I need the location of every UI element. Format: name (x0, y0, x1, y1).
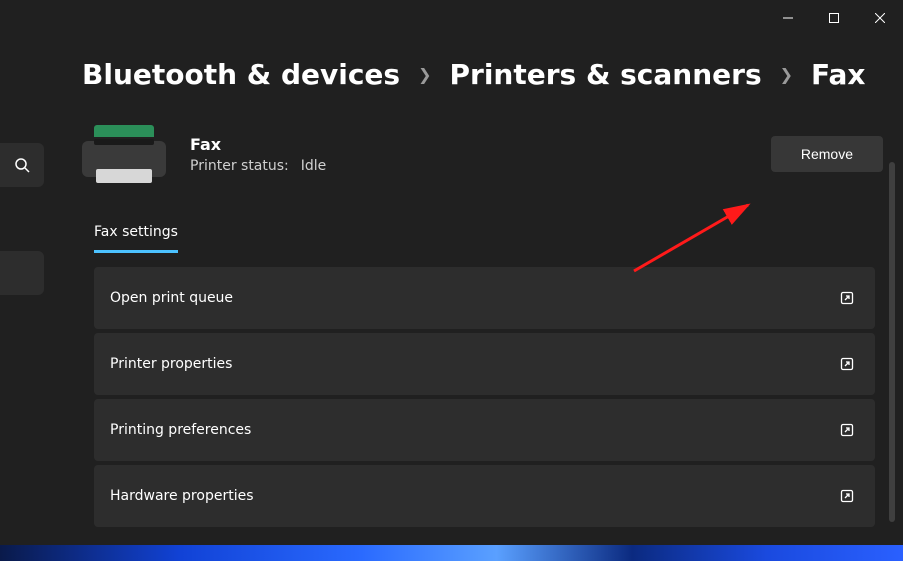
breadcrumb-printers-scanners[interactable]: Printers & scanners (450, 58, 762, 91)
open-external-icon (839, 422, 855, 438)
titlebar (0, 0, 903, 36)
printer-icon (82, 125, 166, 183)
open-external-icon (839, 290, 855, 306)
breadcrumb-current: Fax (811, 58, 865, 91)
setting-hardware-properties[interactable]: Hardware properties (94, 465, 875, 527)
setting-label: Printing preferences (110, 422, 251, 438)
setting-printer-properties[interactable]: Printer properties (94, 333, 875, 395)
open-external-icon (839, 488, 855, 504)
breadcrumb: Bluetooth & devices ❯ Printers & scanner… (82, 58, 883, 91)
maximize-button[interactable] (811, 4, 857, 32)
scrollbar[interactable] (889, 162, 895, 522)
breadcrumb-bluetooth-devices[interactable]: Bluetooth & devices (82, 58, 400, 91)
minimize-button[interactable] (765, 4, 811, 32)
setting-label: Hardware properties (110, 488, 254, 504)
left-rail (0, 36, 44, 545)
setting-label: Open print queue (110, 290, 233, 306)
main-content: Bluetooth & devices ❯ Printers & scanner… (44, 36, 903, 545)
settings-window: Bluetooth & devices ❯ Printers & scanner… (0, 0, 903, 545)
nav-item[interactable] (0, 251, 44, 295)
setting-label: Printer properties (110, 356, 232, 372)
device-header: Fax Printer status: Idle Remove (82, 125, 883, 183)
status-label: Printer status: (190, 158, 289, 174)
search-button[interactable] (0, 143, 44, 187)
open-external-icon (839, 356, 855, 372)
remove-button[interactable]: Remove (771, 136, 883, 172)
device-status: Printer status: Idle (190, 158, 326, 174)
device-name: Fax (190, 135, 326, 154)
device-info: Fax Printer status: Idle (190, 135, 326, 174)
window-body: Bluetooth & devices ❯ Printers & scanner… (0, 36, 903, 545)
taskbar (0, 545, 903, 561)
chevron-right-icon: ❯ (780, 65, 793, 84)
setting-printing-preferences[interactable]: Printing preferences (94, 399, 875, 461)
chevron-right-icon: ❯ (418, 65, 431, 84)
settings-list: Open print queue Printer properties Prin… (94, 267, 883, 527)
setting-open-print-queue[interactable]: Open print queue (94, 267, 875, 329)
status-value: Idle (301, 158, 327, 174)
tab-fax-settings[interactable]: Fax settings (94, 224, 178, 253)
close-button[interactable] (857, 4, 903, 32)
